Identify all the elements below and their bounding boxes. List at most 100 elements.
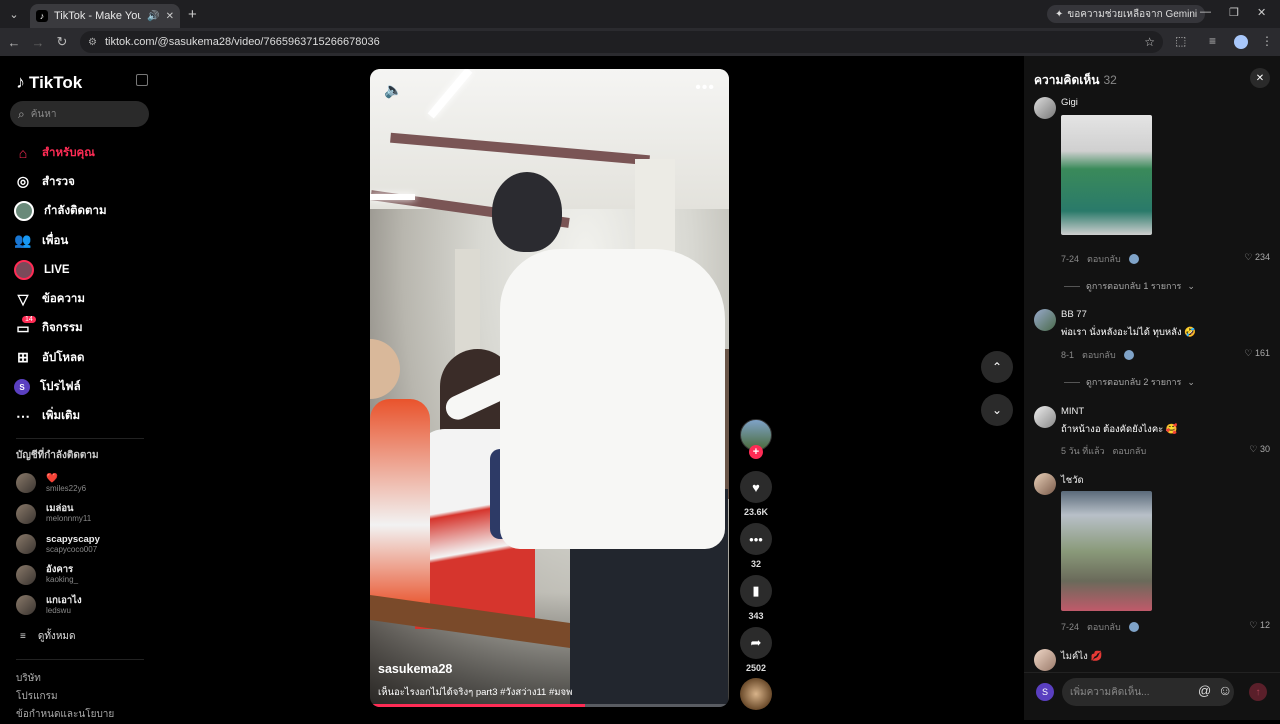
view-replies-button[interactable]: ดูการตอบกลับ 2 รายการ ⌄ — [1064, 375, 1195, 389]
restore-icon[interactable]: ❐ — [1229, 6, 1239, 19]
tiktok-logo[interactable]: ♪ TikTok — [16, 72, 82, 93]
live-icon — [14, 259, 34, 280]
search-icon: ⌕ — [18, 106, 25, 121]
search-box[interactable]: ⌕ — [10, 101, 149, 127]
comment-image[interactable] — [1061, 491, 1152, 611]
tiktok-favicon-icon: ♪ — [36, 10, 48, 22]
commenter-name[interactable]: ไมค์ไง 💋 — [1061, 649, 1102, 664]
divider — [16, 659, 144, 660]
send-button[interactable]: ↑ — [1249, 683, 1267, 701]
volume-icon[interactable]: 🔈 — [384, 81, 403, 99]
account-name: แกเอาไง — [46, 594, 82, 606]
comment-like[interactable]: ♡ 12 — [1249, 620, 1270, 631]
comment-count: 32 — [750, 559, 761, 569]
video-frame — [370, 339, 400, 399]
reply-button[interactable]: ตอบกลับ — [1082, 348, 1116, 362]
following-account[interactable]: scapyscapy scapycoco007 — [16, 529, 100, 560]
music-disc[interactable] — [740, 678, 772, 710]
close-comments-button[interactable]: ✕ — [1250, 68, 1270, 88]
nav-activity[interactable]: ▭ 14 กิจกรรม — [14, 314, 107, 343]
more-options-icon[interactable]: ••• — [695, 79, 715, 97]
nav-messages[interactable]: ▽ ข้อความ — [14, 284, 107, 313]
like-count: 23.6K — [743, 507, 769, 517]
nav-upload[interactable]: ⊞ อัปโหลด — [14, 343, 107, 372]
nav-profile[interactable]: S โปรไฟล์ — [14, 372, 107, 401]
footer-link[interactable]: โปรแกรม — [16, 688, 114, 706]
nav-explore[interactable]: ◎ สำรวจ — [14, 167, 107, 196]
nav-following[interactable]: กำลังติดตาม — [14, 197, 107, 226]
reload-icon[interactable]: ↻ — [50, 34, 74, 50]
commenter-avatar[interactable] — [1034, 406, 1056, 428]
view-replies-label: ดูการตอบกลับ 1 รายการ — [1086, 281, 1182, 291]
commenter-avatar[interactable] — [1034, 473, 1056, 495]
comments-title: ความคิดเห็น — [1034, 73, 1100, 87]
comment-like[interactable]: ♡ 161 — [1244, 348, 1270, 359]
reply-button[interactable]: ตอบกลับ — [1087, 620, 1121, 634]
save-button[interactable]: ▮ — [740, 575, 772, 607]
video-player[interactable]: 🔈 ••• sasukema28 เห็นอะไรงอกไม่ได้จริงๆ … — [370, 69, 729, 707]
see-all-label: ดูทั้งหมด — [37, 631, 76, 642]
following-account[interactable]: อังคาร kaoking_ — [16, 560, 100, 591]
video-frame — [370, 194, 415, 200]
see-all-link[interactable]: ≡ ดูทั้งหมด — [20, 629, 76, 644]
like-button[interactable]: ♥ — [740, 471, 772, 503]
browser-menu-icon[interactable]: ⋮ — [1261, 34, 1273, 48]
emoji-icon[interactable]: ☺ — [1218, 682, 1232, 698]
back-icon[interactable]: ← — [2, 35, 26, 50]
following-account[interactable]: เมล่อน melonnmy11 — [16, 499, 100, 530]
url-field[interactable]: ⚙ tiktok.com/@sasukema28/video/766596371… — [80, 31, 1163, 53]
comment-like-count: 12 — [1259, 620, 1270, 630]
footer-link[interactable]: บริษัท — [16, 670, 114, 688]
minimize-icon[interactable]: — — [1200, 6, 1211, 18]
next-video-button[interactable]: ⌄ — [981, 394, 1013, 426]
nav-for-you[interactable]: ⌂ สำหรับคุณ — [14, 138, 107, 167]
nav-more[interactable]: ⋯ เพิ่มเติม — [14, 402, 107, 431]
comment-like[interactable]: ♡ 234 — [1244, 252, 1270, 263]
reply-button[interactable]: ตอบกลับ — [1087, 252, 1121, 266]
extensions-icon[interactable]: ⬚ — [1175, 34, 1186, 48]
commenter-avatar[interactable] — [1034, 309, 1056, 331]
activity-badge: 14 — [22, 315, 36, 323]
bookmark-star-icon[interactable]: ☆ — [1144, 35, 1155, 49]
following-account[interactable]: ❤️ smiles22y6 — [16, 468, 100, 499]
footer-link[interactable]: ข้อกำหนดและนโยบาย — [16, 706, 114, 724]
commenter-avatar[interactable] — [1034, 97, 1056, 119]
previous-video-button[interactable]: ⌃ — [981, 351, 1013, 383]
video-progress-bar[interactable] — [370, 704, 729, 707]
heart-icon: ♥ — [752, 479, 760, 495]
window-close-icon[interactable]: ✕ — [1257, 6, 1266, 19]
browser-profile-avatar[interactable] — [1234, 35, 1248, 49]
gemini-button[interactable]: ✦ ขอความช่วยเหลือจาก Gemini — [1047, 5, 1206, 23]
reply-button[interactable]: ตอบกลับ — [1113, 444, 1147, 458]
speaker-icon[interactable]: 🔊 — [147, 11, 159, 22]
chevron-down-icon: ⌄ — [991, 403, 1003, 417]
tab-search-icon[interactable]: ⌄ — [0, 0, 28, 28]
browser-tab[interactable]: ♪ TikTok - Make Your Day 🔊 ✕ — [30, 4, 180, 28]
collapse-sidebar-icon[interactable] — [136, 74, 148, 86]
forward-icon[interactable]: → — [26, 35, 50, 50]
comment-image[interactable] — [1061, 115, 1152, 235]
mention-icon[interactable]: @ — [1198, 683, 1211, 698]
commenter-name[interactable]: BB 77 — [1061, 309, 1087, 320]
comment-button[interactable]: ••• — [740, 523, 772, 555]
view-replies-button[interactable]: ดูการตอบกลับ 1 รายการ ⌄ — [1064, 279, 1195, 293]
new-tab-button[interactable]: + — [188, 6, 197, 23]
comment-like[interactable]: ♡ 30 — [1249, 444, 1270, 455]
divider — [1064, 381, 1080, 383]
video-frame — [500, 249, 725, 549]
commenter-name[interactable]: MINT — [1061, 406, 1084, 417]
commenter-name[interactable]: ไชวัด — [1061, 473, 1084, 488]
nav-live[interactable]: LIVE — [14, 255, 107, 284]
commenter-name[interactable]: Gigi — [1061, 97, 1078, 108]
nav-friends[interactable]: 👥 เพื่อน — [14, 226, 107, 255]
commenter-avatar[interactable] — [1034, 649, 1056, 671]
reading-list-icon[interactable]: ≡ — [1209, 34, 1216, 48]
share-button[interactable]: ➦ — [740, 627, 772, 659]
video-author[interactable]: sasukema28 — [378, 662, 452, 676]
follow-plus-icon[interactable]: + — [749, 445, 763, 459]
following-account[interactable]: แกเอาไง ledswu — [16, 590, 100, 621]
chevron-down-icon: ⌄ — [1187, 376, 1195, 387]
search-input[interactable] — [30, 108, 131, 120]
tab-close-icon[interactable]: ✕ — [166, 11, 174, 22]
site-info-icon[interactable]: ⚙ — [88, 37, 97, 48]
